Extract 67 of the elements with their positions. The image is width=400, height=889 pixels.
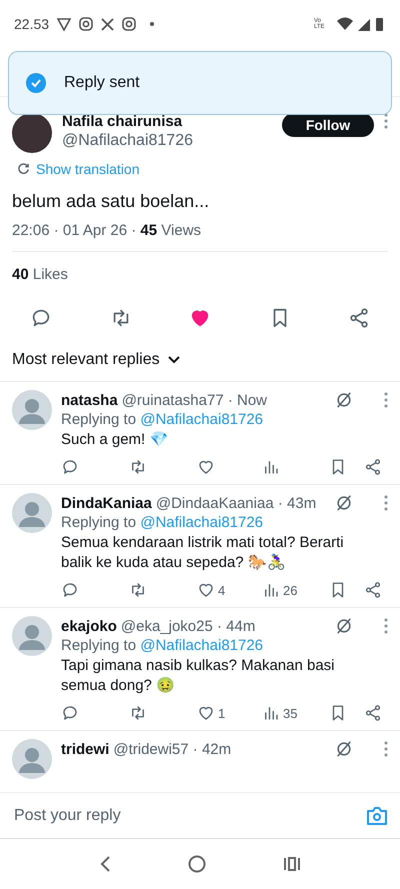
follow-button[interactable]: Follow [282,113,374,137]
more-icon[interactable] [384,741,388,757]
reply-handle-time: @eka_joko25 · 44m [120,618,256,634]
reply-author-name: tridewi [61,740,110,758]
more-icon[interactable] [384,495,388,511]
repost-icon [129,581,147,599]
avatar-silhouette[interactable] [12,390,52,430]
avatar-silhouette[interactable] [12,493,52,533]
toast-message: Reply sent [64,74,140,92]
likes-count[interactable]: 40 Likes [0,252,400,297]
more-icon[interactable] [384,618,388,634]
reply-handle-time: @DindaaKaaniaa · 43m [156,494,316,512]
check-circle-icon [26,73,46,93]
share-icon [364,581,382,599]
more-icon[interactable] [384,113,388,129]
comment-icon [61,458,79,476]
comment-icon [61,581,79,599]
author-handle: @Nafilachai81726 [62,132,194,150]
replying-to-text: Replying to @Nafilachai81726 [61,514,264,531]
post-text: belum ada satu boelan... [11,191,210,212]
dot-icon [150,22,154,26]
avatar[interactable] [12,113,52,153]
like-button[interactable]: 1 [197,704,262,722]
replying-to-text: Replying to @Nafilachai81726 [61,411,264,428]
views-icon [262,704,280,722]
views-button[interactable]: 35 [262,704,329,722]
x-letter-icon [101,18,114,30]
avatar-silhouette[interactable] [12,739,52,779]
repost-icon [129,704,147,722]
comment-icon [30,307,52,329]
share-icon [364,458,382,476]
share-icon [364,704,382,722]
status-time: 22.53 [14,16,50,32]
like-button[interactable]: 4 [197,581,262,599]
reply-handle-time: @ruinatasha77 · Now [122,392,268,408]
share-icon [348,307,370,329]
status-icons [336,16,386,32]
camera-icon[interactable] [366,806,388,826]
author-name: Nafila chairunisa [62,113,184,130]
home-circle-icon [188,855,206,873]
back-icon [98,855,111,873]
repost-icon [129,458,147,476]
heart-icon [197,581,215,599]
views-icon [262,581,280,599]
camera-app-icon [122,17,136,31]
reply-author-name: ekajoko [61,618,117,634]
reply-text: Tapi gimana nasib kulkas? Makanan basi semua dong? 🤢 [61,656,336,696]
reply-text: Such a gem! 💎 [61,430,170,450]
triangle-icon [57,17,72,31]
chevron-down-icon [168,356,180,364]
sort-dropdown[interactable]: Most relevant replies [0,339,192,381]
post-meta: 22:06 · 01 Apr 26 · 45 Views [12,222,388,252]
comment-icon [61,704,79,722]
reply-author-name: natasha [61,392,118,408]
heart-icon [197,458,215,476]
reply-text: Semua kendaraan listrik mati total? Berarti balik ke kuda atau sepeda? 🐎🚴‍♀ [61,533,345,573]
reply-author-name: DindaKaniaa [61,494,152,512]
reply-handle-time: @tridewi57 · 42m [113,740,232,758]
heart-icon [197,704,215,722]
camera-app-icon [79,17,94,31]
avatar-silhouette[interactable] [12,616,52,656]
translate-icon [17,162,30,176]
replying-to-text: Replying to @Nafilachai81726 [61,637,264,654]
views-icon [262,458,280,476]
views-button[interactable]: 26 [262,581,329,599]
more-icon[interactable] [384,392,388,408]
recents-icon [283,856,302,872]
